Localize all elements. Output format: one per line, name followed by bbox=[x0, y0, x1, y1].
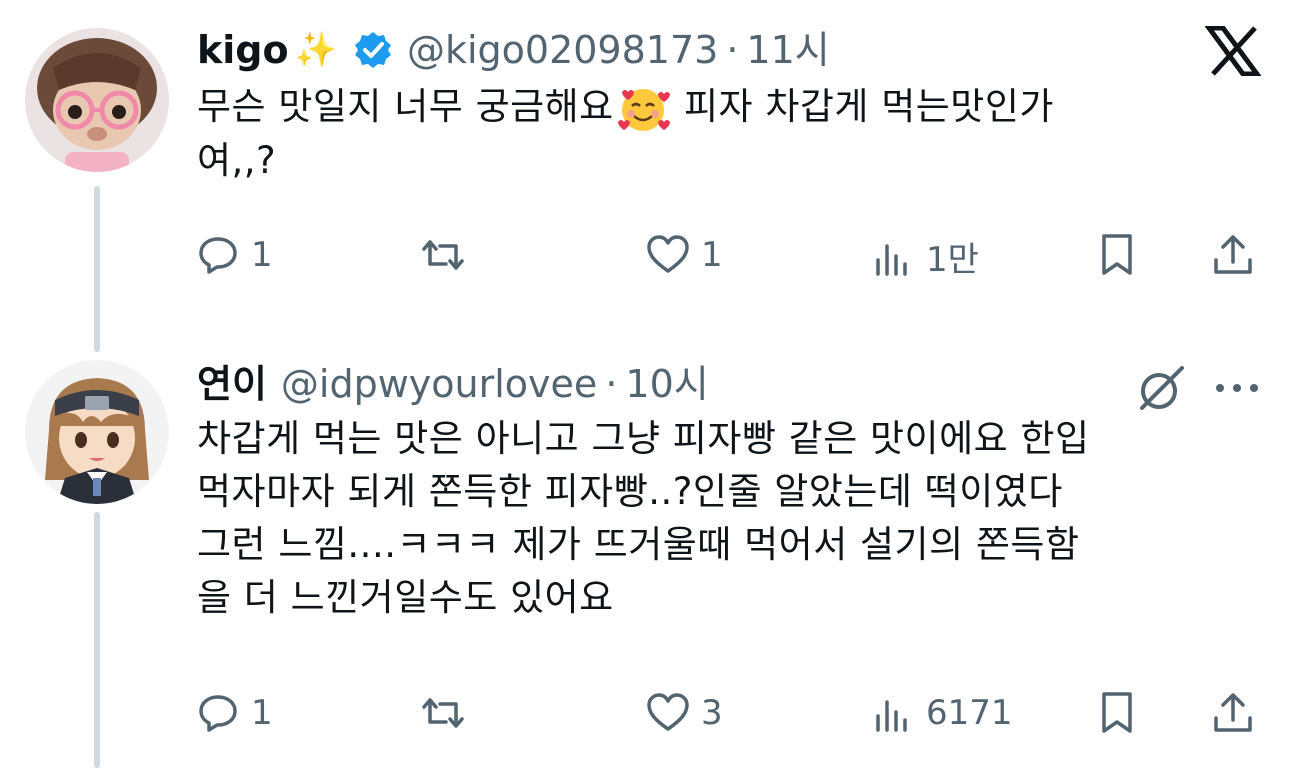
tweet-actions: 1 3 6171 bbox=[0, 690, 1290, 746]
timestamp[interactable]: 10시 bbox=[625, 360, 708, 408]
like-button[interactable]: 1 bbox=[645, 232, 723, 278]
like-button[interactable]: 3 bbox=[645, 690, 723, 736]
sparkles-emoji: ✨ bbox=[294, 30, 337, 70]
reply-icon bbox=[199, 695, 237, 732]
views-button[interactable]: 1만 bbox=[870, 232, 979, 281]
views-count: 6171 bbox=[926, 693, 1013, 733]
tweet-text-part: 무슨 맛일지 너무 궁금해요 bbox=[197, 85, 614, 128]
more-icon[interactable] bbox=[1212, 368, 1262, 408]
avatar[interactable] bbox=[25, 28, 169, 172]
verified-badge-icon[interactable] bbox=[353, 30, 393, 70]
bookmark-button[interactable] bbox=[1094, 690, 1140, 736]
x-logo-icon[interactable] bbox=[1205, 26, 1261, 76]
retweet-button[interactable] bbox=[420, 232, 476, 278]
grok-icon[interactable] bbox=[1134, 362, 1188, 416]
reply-button[interactable]: 1 bbox=[195, 690, 273, 736]
heart-icon bbox=[647, 235, 689, 273]
retweet-icon bbox=[422, 240, 464, 270]
retweet-button[interactable] bbox=[420, 690, 476, 736]
like-count: 1 bbox=[701, 235, 723, 275]
smiling-face-with-hearts-icon bbox=[617, 88, 670, 131]
reply-icon bbox=[199, 237, 237, 274]
tweet-text: 차갑게 먹는 맛은 아니고 그냥 피자빵 같은 맛이에요 한입 먹자마자 되게 … bbox=[197, 417, 1090, 619]
bookmark-icon bbox=[1102, 692, 1132, 733]
bookmark-button[interactable] bbox=[1094, 232, 1140, 278]
views-count: 1만 bbox=[926, 240, 979, 280]
share-button[interactable] bbox=[1210, 690, 1256, 736]
like-count: 3 bbox=[701, 693, 723, 733]
tweet-header: kigo ✨ @kigo02098173 · 11시 bbox=[197, 26, 830, 74]
share-icon bbox=[1214, 235, 1252, 274]
separator: · bbox=[605, 362, 618, 406]
heart-icon bbox=[647, 693, 689, 731]
handle[interactable]: @idpwyourlovee bbox=[281, 360, 597, 408]
views-icon bbox=[876, 700, 907, 732]
bookmark-icon bbox=[1102, 234, 1132, 275]
timestamp[interactable]: 11시 bbox=[746, 26, 829, 74]
tweet-text: 무슨 맛일지 너무 궁금해요 피자 차갑게 먹는맛인가 여,,? bbox=[197, 80, 1257, 187]
display-name[interactable]: kigo bbox=[197, 26, 289, 74]
reply-count: 1 bbox=[251, 693, 273, 733]
retweet-icon bbox=[422, 698, 464, 728]
views-icon bbox=[876, 243, 907, 276]
views-button[interactable]: 6171 bbox=[870, 690, 1013, 736]
avatar[interactable] bbox=[25, 360, 169, 504]
tweet-header: 연이 @idpwyourlovee · 10시 bbox=[197, 360, 709, 408]
display-name[interactable]: 연이 bbox=[197, 360, 267, 408]
share-icon bbox=[1214, 693, 1252, 732]
handle[interactable]: @kigo02098173 bbox=[407, 26, 718, 74]
tweet-actions: 1 1 1만 bbox=[0, 232, 1290, 288]
reply-count: 1 bbox=[251, 235, 273, 275]
reply-button[interactable]: 1 bbox=[195, 232, 273, 278]
separator: · bbox=[726, 28, 739, 72]
share-button[interactable] bbox=[1210, 232, 1256, 278]
